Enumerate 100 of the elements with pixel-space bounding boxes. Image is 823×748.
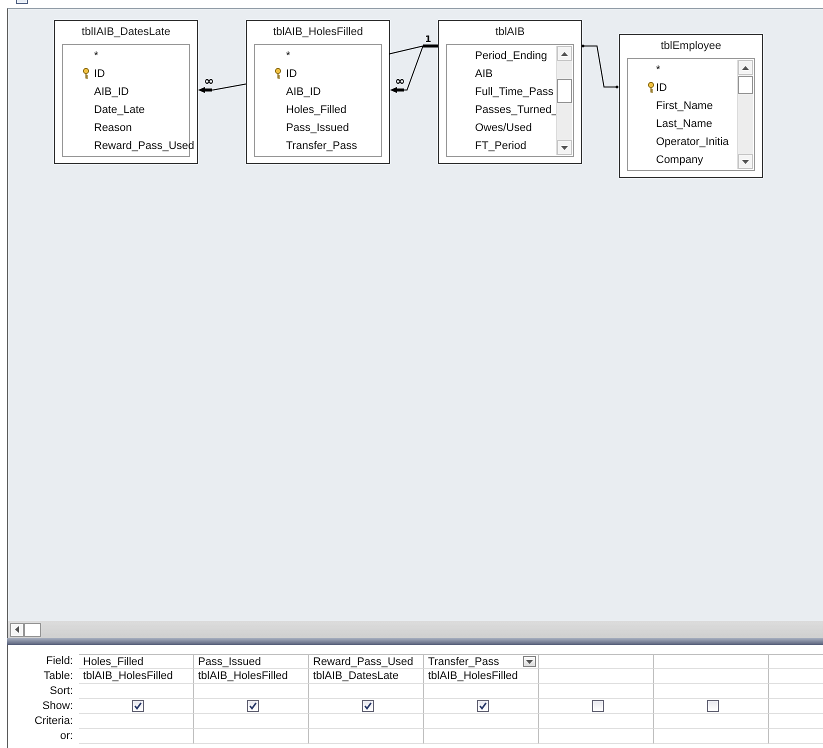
arrow-down-icon xyxy=(742,160,749,164)
horizontal-scrollbar[interactable] xyxy=(7,621,823,638)
row-label: Field: xyxy=(46,654,73,669)
field-name[interactable]: Reason xyxy=(94,122,132,134)
field-cell[interactable] xyxy=(539,654,654,669)
show-checkbox[interactable] xyxy=(247,700,259,712)
table-window[interactable]: tblAIB_HolesFilled * ID AIB_ID Holes_Filled Pass_Issued Transfer_Pass xyxy=(246,20,390,164)
row-label: Sort: xyxy=(50,684,73,699)
vertical-scrollbar[interactable] xyxy=(556,46,572,155)
field-name[interactable]: Company xyxy=(656,154,704,166)
field-cell[interactable]: Pass_Issued xyxy=(194,654,309,669)
scroll-up-button[interactable] xyxy=(557,46,572,61)
grid-cell[interactable] xyxy=(194,729,309,744)
field-list[interactable]: * ID First_Name Last_Name Operator_Initia Company xyxy=(627,58,755,171)
dropdown-button[interactable] xyxy=(523,656,536,667)
check-icon xyxy=(479,702,487,710)
table-cell[interactable]: tblAIB_HolesFilled xyxy=(194,669,309,684)
field-cell[interactable]: Holes_Filled xyxy=(79,654,194,669)
scroll-left-button[interactable] xyxy=(10,622,24,636)
table-title: tblAIB xyxy=(495,26,525,39)
row-label: Table: xyxy=(44,669,73,684)
show-checkbox[interactable] xyxy=(362,700,374,712)
grid-cell[interactable] xyxy=(309,684,424,699)
join-line xyxy=(582,44,618,88)
field-cell[interactable]: Reward_Pass_Used xyxy=(309,654,424,669)
show-checkbox[interactable] xyxy=(707,700,719,712)
scroll-down-button[interactable] xyxy=(557,140,572,155)
table-window[interactable]: tblEmployee * ID First_Name Last_Name Operator_Initia Company xyxy=(619,34,763,178)
field-cell[interactable] xyxy=(654,654,769,669)
one-label: 1 xyxy=(425,35,432,45)
field-name[interactable]: Period_Ending xyxy=(475,50,548,62)
field-name[interactable]: ID xyxy=(286,68,297,80)
grid-cell[interactable] xyxy=(539,714,654,729)
scroll-thumb[interactable] xyxy=(24,622,41,636)
table-cell[interactable] xyxy=(654,669,769,684)
many-label: ∞ xyxy=(204,74,214,88)
scroll-thumb[interactable] xyxy=(557,79,572,103)
grid-cell[interactable] xyxy=(309,714,424,729)
grid-cell[interactable] xyxy=(79,714,194,729)
field-name[interactable]: ID xyxy=(94,68,105,80)
grid-cell[interactable] xyxy=(309,729,424,744)
arrow-up-icon xyxy=(742,66,749,70)
field-name[interactable]: * xyxy=(94,50,98,62)
grid-cell[interactable] xyxy=(539,729,654,744)
arrow-up-icon xyxy=(561,52,568,56)
grid-cell[interactable] xyxy=(654,729,769,744)
show-checkbox[interactable] xyxy=(477,700,489,712)
arrow-down-icon xyxy=(561,146,568,150)
table-cell[interactable] xyxy=(539,669,654,684)
relationship-line xyxy=(388,44,438,93)
field-name[interactable]: ID xyxy=(656,82,667,94)
field-name[interactable]: Last_Name xyxy=(656,118,712,130)
row-label: Show: xyxy=(42,699,73,714)
grid-cell[interactable] xyxy=(654,684,769,699)
relationship-line xyxy=(198,84,246,93)
field-name[interactable]: AIB xyxy=(475,68,493,80)
grid-cell[interactable] xyxy=(424,684,539,699)
grid-cell[interactable] xyxy=(539,684,654,699)
check-icon xyxy=(134,702,142,710)
field-name[interactable]: Passes_Turned_ xyxy=(475,104,558,116)
grid-cell[interactable] xyxy=(654,714,769,729)
field-cell[interactable]: Transfer_Pass xyxy=(424,654,539,669)
grid-cell[interactable] xyxy=(424,714,539,729)
window-icon xyxy=(16,0,28,4)
show-checkbox[interactable] xyxy=(132,700,144,712)
many-label: ∞ xyxy=(395,74,405,88)
check-icon xyxy=(249,702,257,710)
table-cell[interactable]: tblAIB_HolesFilled xyxy=(79,669,194,684)
field-name[interactable]: First_Name xyxy=(656,100,713,112)
field-name[interactable]: FT_Period xyxy=(475,140,526,152)
show-checkbox[interactable] xyxy=(592,700,604,712)
grid-cell[interactable] xyxy=(194,684,309,699)
table-title: tblEmployee xyxy=(660,40,722,53)
grid-cell[interactable] xyxy=(424,729,539,744)
grid-cell[interactable] xyxy=(194,714,309,729)
field-name[interactable]: AIB_ID xyxy=(94,86,129,98)
caret-icon xyxy=(526,660,533,664)
field-name[interactable]: * xyxy=(286,50,290,62)
table-cell[interactable]: tblAIB_HolesFilled xyxy=(424,669,539,684)
grid-cell[interactable] xyxy=(79,684,194,699)
field-name[interactable]: Full_Time_Pass xyxy=(475,86,554,98)
table-cell[interactable]: tblAIB_DatesLate xyxy=(309,669,424,684)
field-name[interactable]: Transfer_Pass xyxy=(286,140,358,152)
field-list[interactable]: * ID AIB_ID Holes_Filled Pass_Issued Transfer_Pass xyxy=(254,44,382,157)
field-name[interactable]: * xyxy=(656,64,660,76)
table-window[interactable]: tblIAIB_DatesLate * ID AIB_ID Date_Late Reason Reward_Pass_Used xyxy=(54,20,198,164)
field-name[interactable]: Pass_Issued xyxy=(286,122,349,134)
scroll-down-button[interactable] xyxy=(738,154,753,169)
field-name[interactable]: Operator_Initia xyxy=(656,136,729,148)
grid-cell[interactable] xyxy=(79,729,194,744)
vertical-scrollbar[interactable] xyxy=(737,60,753,169)
field-list[interactable]: Period_Ending AIB Full_Time_Pass Passes_Turned_ Owes/Used FT_Period xyxy=(446,44,574,157)
table-title: tblAIB_HolesFilled xyxy=(273,26,363,39)
scroll-thumb[interactable] xyxy=(738,76,753,94)
field-name[interactable]: Holes_Filled xyxy=(286,104,347,116)
field-name[interactable]: Date_Late xyxy=(94,104,145,116)
field-name[interactable]: AIB_ID xyxy=(286,86,321,98)
table-window[interactable]: tblAIB Period_Ending AIB Full_Time_Pass Passes_Turned_ Owes/Used FT_Period xyxy=(438,20,582,164)
field-name[interactable]: Owes/Used xyxy=(475,122,532,134)
scroll-up-button[interactable] xyxy=(738,60,753,75)
